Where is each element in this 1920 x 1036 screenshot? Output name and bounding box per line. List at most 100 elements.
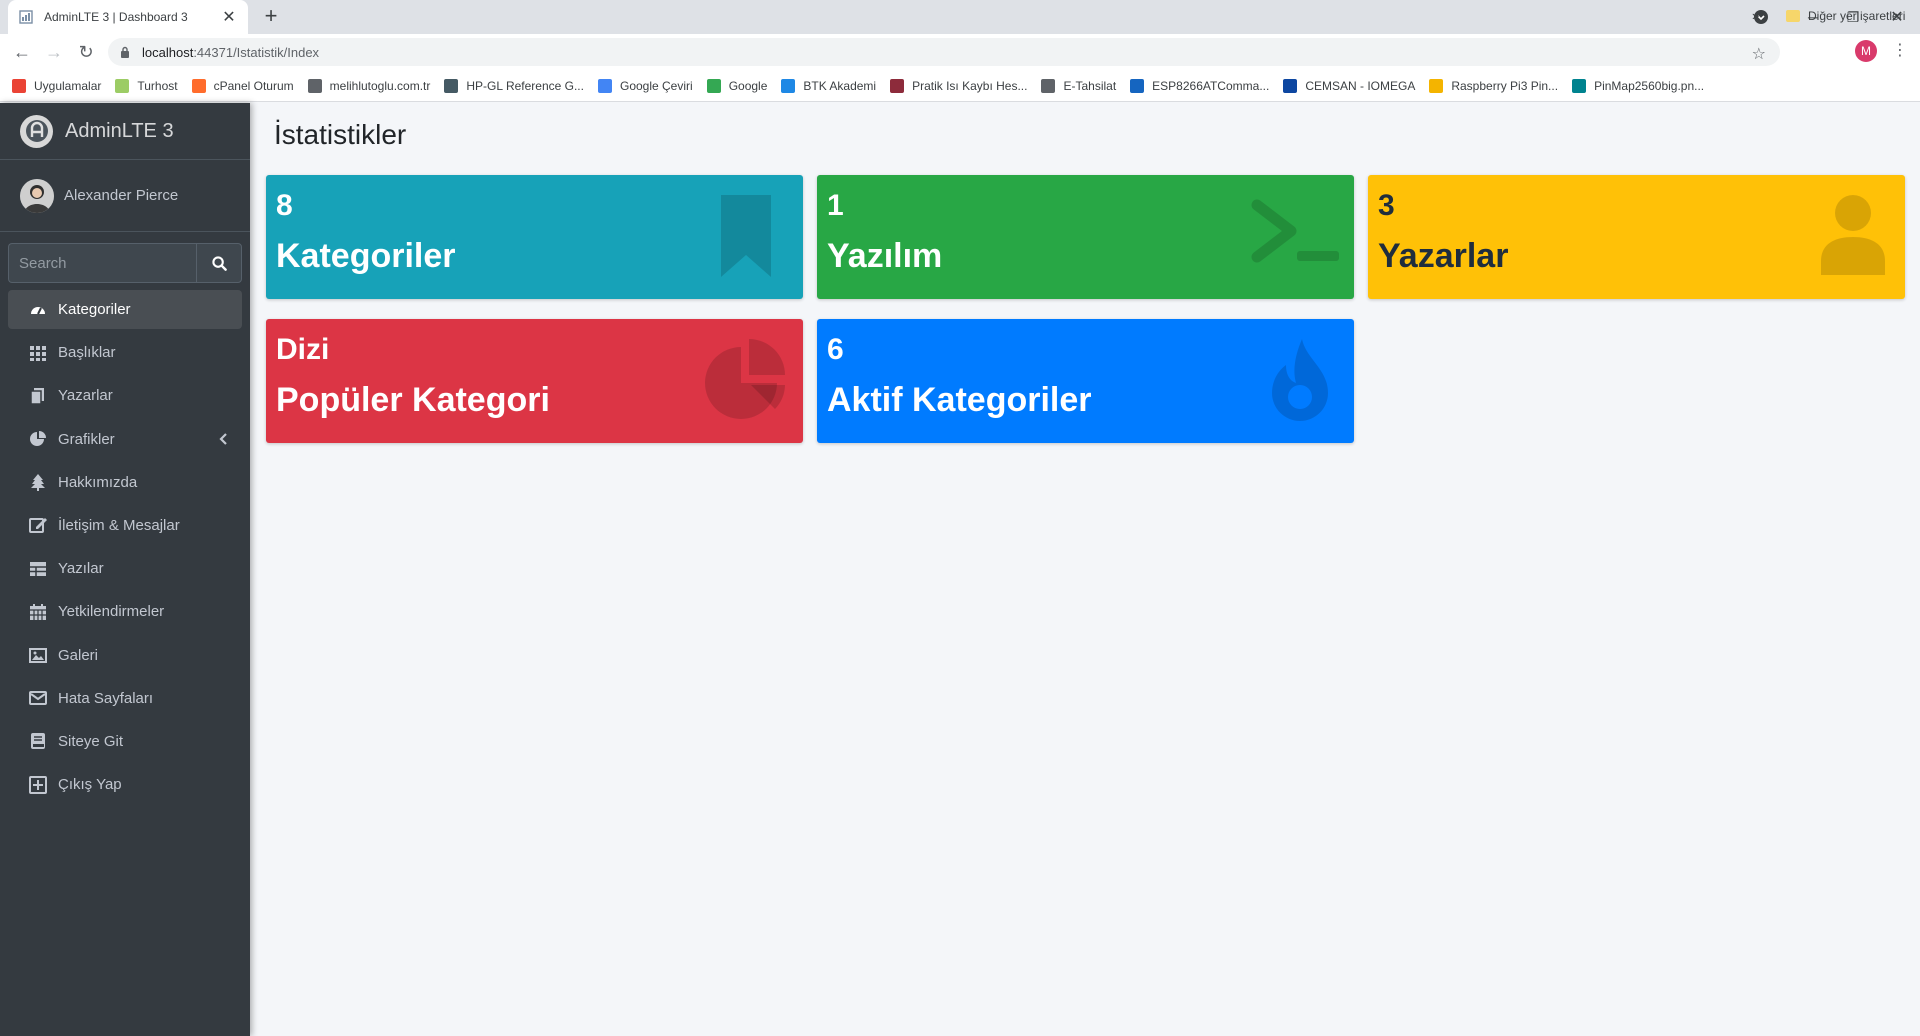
bookmark-label: melihlutoglu.com.tr <box>329 78 431 93</box>
tab-search-icon[interactable] <box>1746 0 1776 34</box>
bookmark-favicon-icon <box>444 78 459 93</box>
bookmark-label: CEMSAN - IOMEGA <box>1305 78 1416 93</box>
bookmark-favicon-icon <box>12 78 26 93</box>
bookmark-favicon-icon <box>115 78 130 93</box>
box-value: 3 <box>1378 189 1395 222</box>
box-value: 6 <box>827 333 844 366</box>
bookmark-favicon-icon <box>1572 78 1587 93</box>
bookmark-label: ESP8266ATComma... <box>1152 78 1270 93</box>
sidebar-item-label: Hakkımızda <box>58 473 138 491</box>
sidebar-item-5[interactable]: Hakkımızda <box>8 463 242 502</box>
bookmark-star-icon[interactable]: ☆ <box>1752 44 1766 64</box>
search-icon <box>211 255 227 271</box>
sidebar-item-label: İletişim & Mesajlar <box>58 516 180 534</box>
small-box-populer-kategori[interactable]: Dizi Popüler Kategori <box>266 319 803 443</box>
sidebar-item-label: Grafikler <box>58 430 115 448</box>
small-box-yazilim[interactable]: 1 Yazılım <box>817 175 1354 299</box>
box-value: Dizi <box>276 333 330 366</box>
back-arrow-icon[interactable]: ← <box>10 40 34 64</box>
new-tab-button[interactable]: + <box>258 4 284 30</box>
small-box-kategoriler[interactable]: 8 Kategoriler <box>266 175 803 299</box>
calendar-icon <box>28 603 48 621</box>
small-box-yazarlar[interactable]: 3 Yazarlar <box>1368 175 1905 299</box>
browser-menu-icon[interactable]: ⋮ <box>1892 40 1908 64</box>
avatar <box>20 178 54 213</box>
sidebar-nav: Kategoriler Başlıklar Yazarlar Grafikler Hak… <box>8 290 242 808</box>
bookmark-item[interactable]: E-Tahsilat <box>1041 78 1116 93</box>
bookmark-favicon-icon <box>781 78 796 93</box>
bookmark-favicon-icon <box>890 78 905 93</box>
fire-icon <box>1272 339 1328 421</box>
search-input[interactable] <box>8 243 196 283</box>
bookmark-item[interactable]: Google <box>706 78 767 93</box>
brand-link[interactable]: AdminLTE 3 <box>0 103 250 160</box>
terminal-icon <box>1251 199 1339 263</box>
sidebar-item-10[interactable]: Hata Sayfaları <box>8 679 242 718</box>
th-icon <box>28 344 48 362</box>
bookmark-label: BTK Akademi <box>803 78 877 93</box>
bookmark-label: Raspberry Pi3 Pin... <box>1451 78 1559 93</box>
bookmark-item[interactable]: ESP8266ATComma... <box>1130 78 1270 93</box>
bookmark-favicon-icon <box>191 78 206 93</box>
page-title: İstatistikler <box>274 119 407 150</box>
bookmark-item[interactable]: Raspberry Pi3 Pin... <box>1429 78 1559 93</box>
bookmark-item[interactable]: PinMap2560big.pn... <box>1572 78 1704 93</box>
bookmark-item[interactable]: cPanel Oturum <box>191 78 294 93</box>
sidebar-item-label: Galeri <box>58 646 99 664</box>
sidebar-item-8[interactable]: Yetkilendirmeler <box>8 592 242 631</box>
bookmark-item[interactable]: melihlutoglu.com.tr <box>307 78 431 93</box>
brand-text: AdminLTE 3 <box>65 119 174 142</box>
other-bookmarks-folder[interactable]: Diğer yer işaretleri <box>1786 0 1905 32</box>
url-field[interactable]: localhost:44371/Istatistik/Index ☆ <box>108 38 1780 66</box>
bookmark-item[interactable]: Pratik Isı Kaybı Hes... <box>890 78 1027 93</box>
bookmark-item[interactable]: Google Çeviri <box>597 78 693 93</box>
lock-icon <box>121 46 129 58</box>
bookmark-item[interactable]: CEMSAN - IOMEGA <box>1283 78 1416 93</box>
folder-icon <box>1786 10 1800 22</box>
sidebar-item-7[interactable]: Yazılar <box>8 549 242 588</box>
bookmark-favicon-icon <box>1283 78 1298 93</box>
tab-title: AdminLTE 3 | Dashboard 3 <box>44 10 188 24</box>
bookmark-item[interactable]: Uygulamalar <box>12 78 102 93</box>
content-wrapper: İstatistikler 8 Kategoriler 1 Yazılım 3 … <box>250 103 1920 1036</box>
sidebar-item-9[interactable]: Galeri <box>8 636 242 675</box>
bookmark-label: Uygulamalar <box>34 78 102 93</box>
tree-icon <box>28 473 48 492</box>
bookmark-favicon-icon <box>1041 78 1056 93</box>
sidebar-item-11[interactable]: Siteye Git <box>8 722 242 761</box>
user-panel[interactable]: Alexander Pierce <box>0 160 250 232</box>
sidebar-item-label: Başlıklar <box>58 344 116 362</box>
bookmark-item[interactable]: Turhost <box>115 78 178 93</box>
more-bookmarks-button[interactable]: » <box>1752 8 1759 23</box>
chart-pie-icon <box>705 339 785 419</box>
sidebar-item-1[interactable]: Kategoriler <box>8 290 242 329</box>
reload-icon[interactable]: ↻ <box>74 40 98 64</box>
bookmark-item[interactable]: HP-GL Reference G... <box>444 78 584 93</box>
forward-arrow-icon[interactable]: → <box>42 40 66 64</box>
main-sidebar: AdminLTE 3 Alexander Pierce Kategoriler B… <box>0 103 250 1036</box>
sidebar-item-6[interactable]: İletişim & Mesajlar <box>8 506 242 545</box>
user-icon <box>1821 195 1885 275</box>
profile-avatar[interactable]: M <box>1855 40 1877 62</box>
sidebar-item-label: Siteye Git <box>58 732 124 750</box>
chart-pie-icon <box>28 430 48 448</box>
sidebar-item-12[interactable]: Çıkış Yap <box>8 765 242 804</box>
box-value: 8 <box>276 189 293 222</box>
adminlte-logo-icon <box>20 114 53 148</box>
sidebar-item-label: Hata Sayfaları <box>58 689 154 707</box>
other-bookmarks-label: Diğer yer işaretleri <box>1808 9 1906 23</box>
small-box-aktif-kategoriler[interactable]: 6 Aktif Kategoriler <box>817 319 1354 443</box>
search-button[interactable] <box>196 243 242 283</box>
user-name[interactable]: Alexander Pierce <box>64 187 178 204</box>
browser-tab[interactable]: AdminLTE 3 | Dashboard 3 ✕ <box>8 0 248 34</box>
sidebar-item-label: Yazarlar <box>58 387 113 405</box>
bookmark-item[interactable]: BTK Akademi <box>781 78 877 93</box>
bookmarks-bar: Uygulamalar Turhost cPanel Oturum melihluto… <box>0 70 1920 102</box>
table-icon <box>28 560 48 578</box>
close-tab-icon[interactable]: ✕ <box>220 7 238 27</box>
book-icon <box>28 732 48 750</box>
sidebar-item-2[interactable]: Başlıklar <box>8 333 242 372</box>
sidebar-item-3[interactable]: Yazarlar <box>8 376 242 415</box>
sidebar-item-4[interactable]: Grafikler <box>8 420 242 459</box>
box-value: 1 <box>827 189 844 222</box>
